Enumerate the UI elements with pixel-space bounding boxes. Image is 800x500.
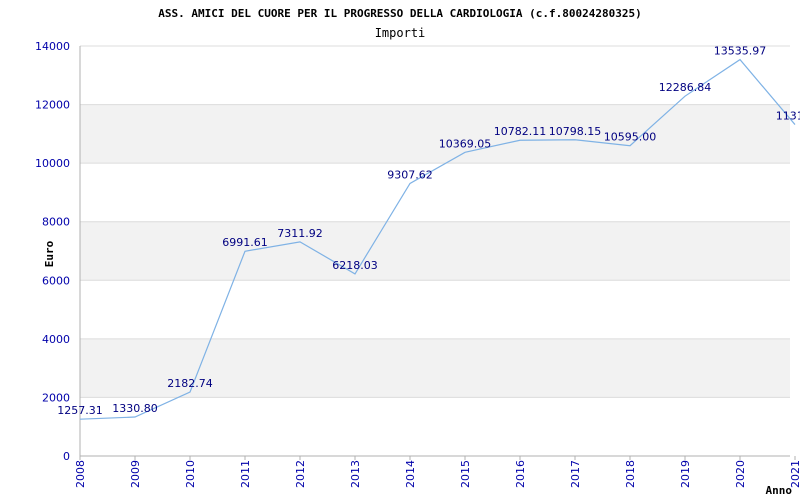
x-tick-label: 2008 (74, 460, 87, 488)
data-label: 10782.11 (494, 125, 547, 138)
grid-band (80, 104, 790, 164)
x-tick-label: 2013 (349, 460, 362, 488)
y-axis-title: Euro (43, 240, 56, 267)
data-label: 6218.03 (332, 259, 378, 272)
x-tick-label: 2015 (459, 460, 472, 488)
y-tick-label: 14000 (35, 40, 70, 53)
data-label: 6991.61 (222, 236, 268, 249)
data-label: 12286.84 (659, 81, 712, 94)
x-tick-label: 2011 (239, 460, 252, 488)
x-tick-label: 2010 (184, 460, 197, 488)
data-label: 2182.74 (167, 377, 213, 390)
y-tick-label: 10000 (35, 157, 70, 170)
y-tick-label: 6000 (42, 274, 70, 287)
y-tick-label: 4000 (42, 333, 70, 346)
chart-subtitle: Importi (375, 26, 426, 40)
grid-bands (80, 104, 790, 398)
x-tick-label: 2016 (514, 460, 527, 488)
x-tick-labels: 2008 2009 2010 2011 2012 2013 2014 2015 2016 2017… (74, 456, 800, 488)
x-axis-title: Anno (766, 484, 793, 497)
data-label: 10798.15 (549, 125, 602, 138)
data-label: 7311.92 (277, 227, 323, 240)
data-label: 10369.05 (439, 137, 492, 150)
data-label: 1330.80 (112, 402, 158, 415)
x-tick-label: 2018 (624, 460, 637, 488)
data-label: 11317. (776, 110, 800, 123)
x-tick-label: 2019 (679, 460, 692, 488)
y-tick-label: 8000 (42, 216, 70, 229)
grid-band (80, 221, 790, 281)
x-tick-label: 2014 (404, 460, 417, 488)
data-label: 10595.00 (604, 131, 657, 144)
data-label: 13535.97 (714, 45, 767, 58)
data-label: 1257.31 (57, 404, 103, 417)
x-tick-label: 2012 (294, 460, 307, 488)
y-tick-label: 12000 (35, 99, 70, 112)
chart-title: ASS. AMICI DEL CUORE PER IL PROGRESSO DE… (158, 7, 641, 20)
x-tick-label: 2009 (129, 460, 142, 488)
y-tick-label: 0 (63, 450, 70, 463)
x-tick-label: 2020 (734, 460, 747, 488)
data-label: 9307.62 (387, 168, 433, 181)
line-chart: 02000400060008000100001200014000 2008 200… (35, 7, 800, 497)
x-tick-label: 2017 (569, 460, 582, 488)
y-tick-label: 2000 (42, 391, 70, 404)
